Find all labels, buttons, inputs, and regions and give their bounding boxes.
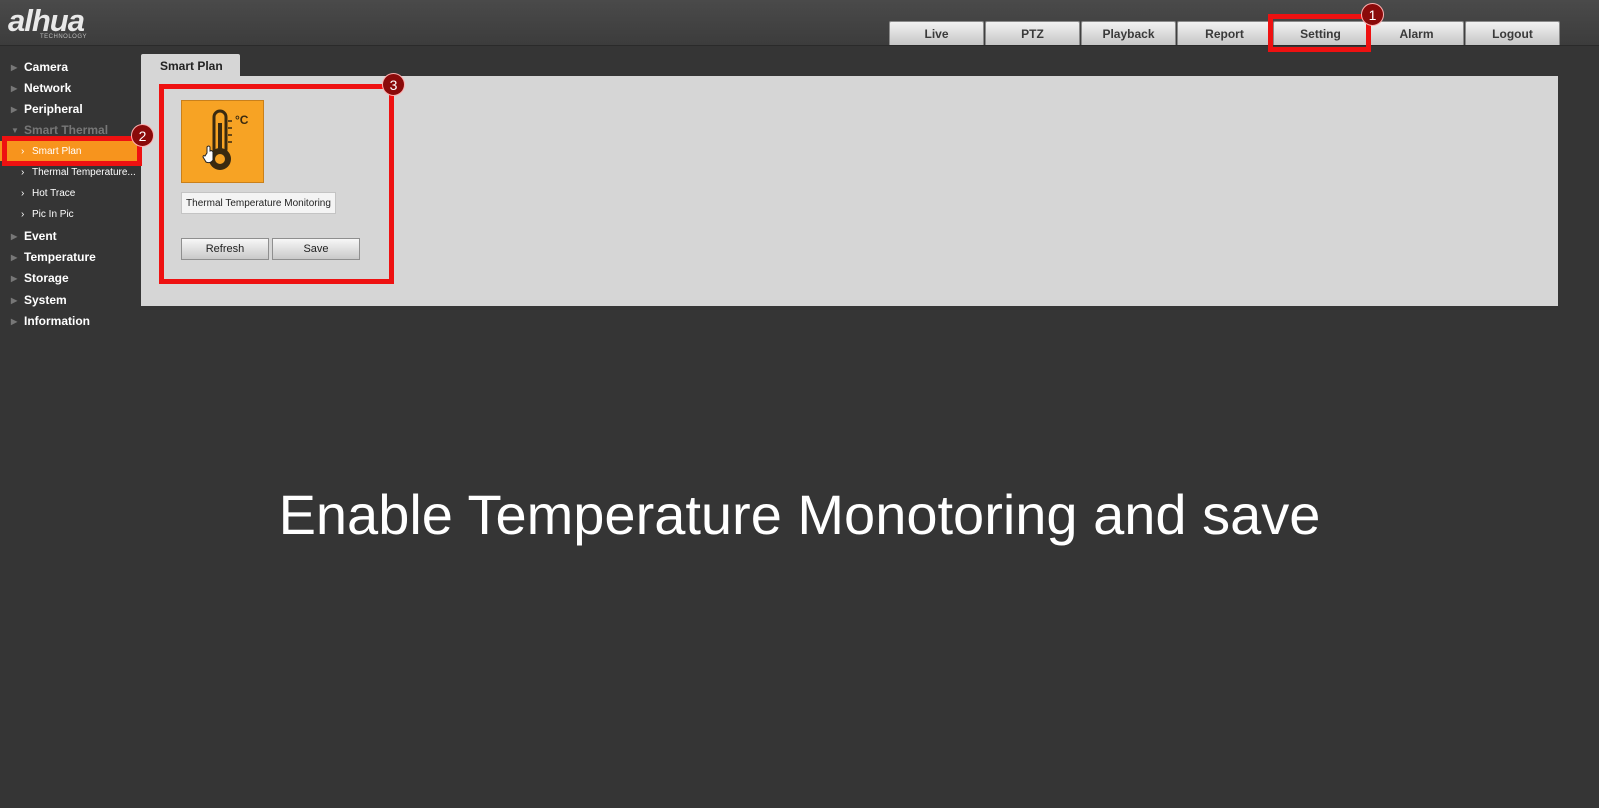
sidebar-item-event[interactable]: ▶ Event [0, 226, 140, 246]
step-badge-1: 1 [1361, 3, 1384, 26]
tab-playback[interactable]: Playback [1081, 21, 1176, 45]
expanded-arrow-icon: ▼ [11, 125, 19, 135]
sidebar-subitem-label: Pic In Pic [32, 208, 74, 220]
instruction-caption: Enable Temperature Monotoring and save [278, 483, 1321, 546]
sidebar-item-label: System [24, 293, 67, 307]
step-badge-3: 3 [382, 73, 405, 96]
sidebar-item-network[interactable]: ▶ Network [0, 78, 140, 98]
sidebar-item-peripheral[interactable]: ▶ Peripheral [0, 99, 140, 119]
sidebar-subitem-label: Hot Trace [32, 187, 76, 199]
sidebar-item-information[interactable]: ▶ Information [0, 311, 140, 331]
sidebar-item-system[interactable]: ▶ System [0, 290, 140, 310]
collapsed-arrow-icon: ▶ [11, 83, 18, 93]
collapsed-arrow-icon: ▶ [11, 231, 18, 241]
sidebar-subitem-pic-in-pic[interactable]: › Pic In Pic [0, 204, 140, 224]
highlight-box-smart-plan [2, 136, 142, 166]
sidebar-item-camera[interactable]: ▶ Camera [0, 57, 140, 77]
chevron-right-icon: › [21, 208, 25, 220]
collapsed-arrow-icon: ▶ [11, 104, 18, 114]
collapsed-arrow-icon: ▶ [11, 252, 18, 262]
highlight-box-plan-area [159, 84, 394, 284]
step-badge-2: 2 [131, 124, 154, 147]
sidebar-item-label: Smart Thermal [24, 123, 109, 137]
tab-alarm[interactable]: Alarm [1369, 21, 1464, 45]
tab-live[interactable]: Live [889, 21, 984, 45]
sidebar-item-label: Event [24, 229, 57, 243]
sidebar-item-label: Information [24, 314, 90, 328]
tab-smart-plan[interactable]: Smart Plan [141, 54, 240, 77]
sidebar-item-label: Storage [24, 271, 69, 285]
sidebar-item-label: Camera [24, 60, 69, 74]
collapsed-arrow-icon: ▶ [11, 316, 18, 326]
tab-ptz[interactable]: PTZ [985, 21, 1080, 45]
sidebar-subitem-label: Thermal Temperature... [32, 166, 136, 178]
sidebar-item-label: Network [24, 81, 72, 95]
tab-report[interactable]: Report [1177, 21, 1272, 45]
tab-logout[interactable]: Logout [1465, 21, 1560, 45]
collapsed-arrow-icon: ▶ [11, 295, 18, 305]
sidebar-item-label: Peripheral [24, 102, 83, 116]
highlight-box-setting [1268, 14, 1371, 52]
collapsed-arrow-icon: ▶ [11, 273, 18, 283]
sidebar-item-temperature[interactable]: ▶ Temperature [0, 247, 140, 267]
chevron-right-icon: › [21, 187, 25, 199]
collapsed-arrow-icon: ▶ [11, 62, 18, 72]
chevron-right-icon: › [21, 166, 25, 178]
sidebar-subitem-hot-trace[interactable]: › Hot Trace [0, 183, 140, 203]
sidebar-item-storage[interactable]: ▶ Storage [0, 268, 140, 288]
sidebar-item-label: Temperature [24, 250, 96, 264]
